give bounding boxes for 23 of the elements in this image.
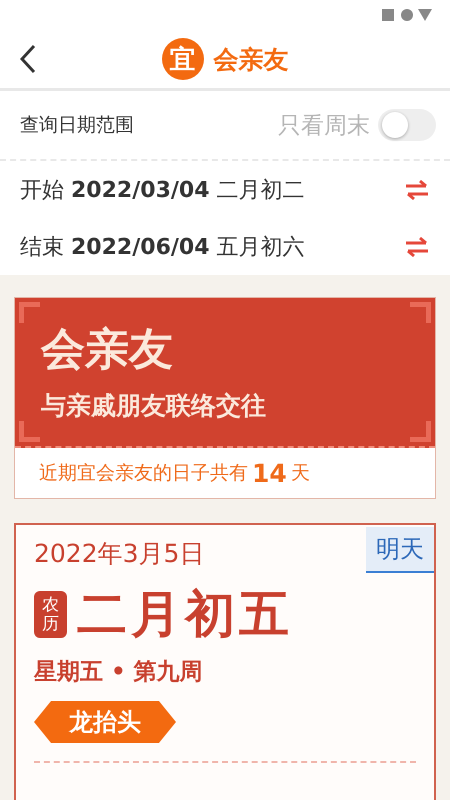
- page-title: 会亲友: [214, 44, 288, 76]
- corner-mark: [410, 302, 431, 323]
- swap-icon[interactable]: [404, 236, 430, 258]
- back-button[interactable]: [20, 44, 36, 74]
- lunar-label: 农历: [34, 590, 67, 638]
- day-tag: 明天: [366, 527, 434, 573]
- festival-tag: 龙抬头: [34, 701, 176, 743]
- summary-text: 近期宜会亲友的日子共有 14 天: [38, 458, 311, 490]
- weekend-toggle[interactable]: [378, 109, 436, 141]
- swap-icon[interactable]: [404, 178, 430, 200]
- date-range-text: 开始 2022/03/04 二月初二: [20, 176, 305, 204]
- weekend-label: 只看周末: [278, 112, 370, 140]
- weekday-text: 星期五 • 第九周: [34, 658, 204, 687]
- solar-date: 2022年3月5日: [34, 538, 204, 570]
- date-range-text: 结束 2022/06/04 五月初六: [20, 234, 305, 262]
- title-badge: 宜: [162, 38, 204, 80]
- corner-mark: [19, 421, 40, 442]
- corner-mark: [19, 302, 40, 323]
- lunar-date: 二月初五: [77, 583, 293, 645]
- corner-mark: [410, 421, 431, 442]
- filter-label: 查询日期范围: [20, 113, 134, 138]
- banner-subtitle: 与亲戚朋友联络交往: [41, 390, 267, 422]
- banner-title: 会亲友: [41, 323, 174, 377]
